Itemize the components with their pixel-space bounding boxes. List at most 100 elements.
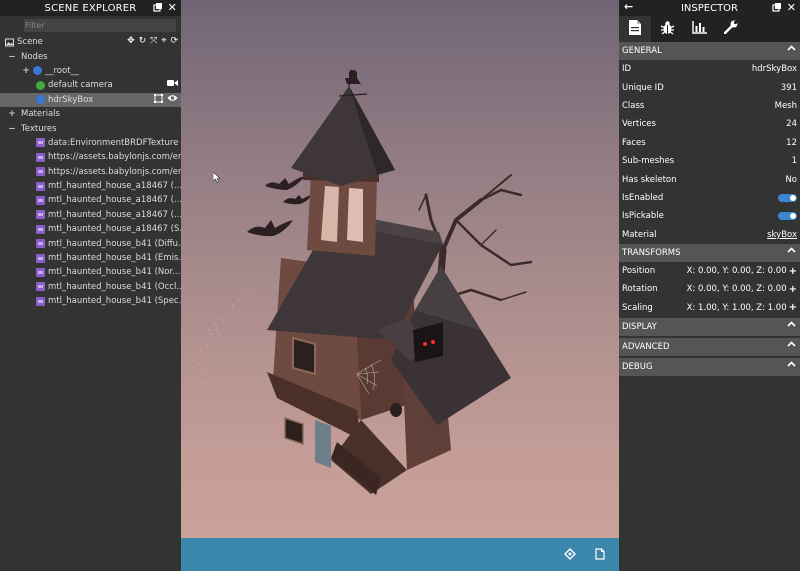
rotation-value: X: 0.00, Y: 0.00, Z: 0.00 (686, 284, 787, 295)
expand-plus-icon[interactable]: + (789, 266, 797, 277)
tree-item-default-camera[interactable]: default camera (0, 78, 181, 92)
visibility-eye-icon[interactable] (167, 94, 178, 106)
texture-label: mtl_haunted_house_a18467 (... (48, 209, 183, 220)
property-value: hdrSkyBox (751, 64, 797, 75)
texture-icon (36, 267, 45, 277)
popout-icon[interactable] (772, 2, 782, 15)
property-value: 24 (786, 119, 797, 130)
haunted-house (267, 69, 511, 495)
tab-properties[interactable] (619, 16, 651, 42)
popout-icon[interactable] (153, 2, 163, 15)
pick-target-icon[interactable]: ⌖ (161, 36, 166, 46)
property-value: 1 (791, 156, 797, 167)
tab-statistics[interactable] (683, 16, 715, 42)
texture-item[interactable]: https://assets.babylonjs.com/en... (0, 150, 191, 164)
new-file-icon[interactable] (595, 548, 607, 561)
scale-gizmo-icon[interactable]: ⤧ (150, 36, 157, 46)
wrench-icon (723, 20, 738, 38)
scene-explorer-title: SCENE EXPLORER (44, 2, 137, 14)
texture-icon (36, 152, 45, 162)
bug-icon (660, 20, 675, 39)
texture-item[interactable]: mtl_haunted_house_a18467 (S... (0, 222, 187, 236)
refresh-icon[interactable]: ⟳ (170, 36, 178, 46)
texture-label: mtl_haunted_house_a18467 (S... (48, 224, 188, 235)
position-value: X: 0.00, Y: 0.00, Z: 0.00 (686, 266, 787, 277)
camera-tools (167, 79, 178, 90)
mesh-node-icon (36, 95, 45, 105)
property-row: IsPickable (619, 207, 800, 225)
ispickable-toggle[interactable] (778, 212, 797, 221)
inspector-panel: ← INSPECTOR ✕ GENERAL ID hdrSkyBox Uniqu… (619, 0, 800, 571)
section-display-header[interactable]: DISPLAY (619, 318, 800, 337)
texture-icon (36, 167, 45, 177)
haunted-house-scene (194, 69, 533, 495)
texture-item[interactable]: mtl_haunted_house_b41 (Nor... (0, 265, 181, 279)
tab-tools[interactable] (715, 16, 747, 42)
tree-item-materials[interactable]: + Materials (0, 107, 181, 121)
chevron-up-icon (787, 320, 796, 330)
section-advanced-header[interactable]: ADVANCED (619, 338, 800, 357)
property-row: Faces 12 (619, 134, 800, 152)
section-title: DEBUG (622, 362, 653, 373)
expand-plus-icon[interactable]: + (789, 302, 797, 313)
texture-icon (36, 239, 45, 249)
property-label: IsEnabled (622, 192, 664, 203)
nodes-label: Nodes (21, 51, 48, 62)
texture-item[interactable]: mtl_haunted_house_b41 (Spec... (0, 294, 187, 308)
texture-item[interactable]: mtl_haunted_house_a18467 (... (0, 193, 182, 207)
scene-explorer-panel: SCENE EXPLORER ✕ Scene ✥ ↻ ⤧ ⌖ ⟳ − N (0, 0, 191, 571)
rotate-gizmo-icon[interactable]: ↻ (139, 36, 147, 46)
texture-item[interactable]: mtl_haunted_house_b41 (Diffu... (0, 236, 186, 250)
tree-item-nodes[interactable]: − Nodes (0, 49, 181, 63)
property-label: ID (622, 64, 632, 75)
material-link[interactable]: skyBox (767, 230, 797, 240)
tree-item-hdrskybox[interactable]: hdrSkyBox (0, 92, 181, 107)
expand-icon[interactable]: + (8, 109, 16, 119)
texture-item[interactable]: data:EnvironmentBRDFTexture (0, 136, 181, 150)
tree-item-root-node[interactable]: + __root__ (0, 64, 181, 78)
texture-icon (36, 138, 45, 148)
back-arrow-icon[interactable]: ← (624, 0, 633, 13)
collapse-icon[interactable]: − (8, 52, 16, 62)
tab-debug[interactable] (651, 16, 683, 42)
collapse-icon[interactable]: − (8, 124, 16, 134)
document-icon (629, 19, 641, 39)
tree-item-textures[interactable]: − Textures (0, 121, 181, 135)
section-debug-header[interactable]: DEBUG (619, 358, 800, 377)
texture-item[interactable]: mtl_haunted_house_a18467 (... (0, 179, 182, 193)
property-row: Class Mesh (619, 97, 800, 115)
bats (247, 176, 313, 237)
texture-item[interactable]: mtl_haunted_house_b41 (Emis... (0, 251, 186, 265)
video-camera-icon[interactable] (167, 79, 178, 90)
filter-input[interactable] (24, 19, 176, 32)
texture-label: mtl_haunted_house_b41 (Occl... (48, 281, 185, 292)
section-transforms-header[interactable]: TRANSFORMS (619, 243, 800, 262)
isenabled-toggle[interactable] (778, 193, 797, 202)
expand-icon[interactable]: + (22, 66, 30, 76)
property-row: Vertices 24 (619, 115, 800, 133)
section-general-header[interactable]: GENERAL (619, 42, 800, 60)
texture-label: mtl_haunted_house_b41 (Nor... (48, 267, 181, 278)
texture-item[interactable]: mtl_haunted_house_b41 (Occl... (0, 280, 185, 294)
bar-chart-icon (691, 20, 707, 38)
section-title: TRANSFORMS (622, 247, 681, 258)
texture-icon (36, 195, 45, 205)
close-icon[interactable]: ✕ (787, 1, 796, 14)
close-icon[interactable]: ✕ (168, 1, 177, 14)
move-gizmo-icon[interactable]: ✥ (127, 36, 135, 46)
property-label: IsPickable (622, 211, 664, 222)
inspector-title: INSPECTOR (680, 2, 739, 14)
texture-item[interactable]: mtl_haunted_house_a18467 (... (0, 208, 183, 222)
texture-item[interactable]: https://assets.babylonjs.com/en... (0, 165, 191, 179)
section-title: GENERAL (622, 46, 662, 56)
tree-item-scene[interactable]: Scene ✥ ↻ ⤧ ⌖ ⟳ (0, 35, 181, 49)
render-viewport[interactable] (181, 0, 619, 571)
bounding-box-icon[interactable] (154, 93, 163, 106)
property-row: Has skeleton No (619, 170, 800, 188)
animation-tools-icon[interactable] (564, 548, 576, 561)
property-label: Position (622, 266, 656, 277)
texture-list: data:EnvironmentBRDFTexture https://asse… (0, 136, 191, 309)
mesh-tools (154, 93, 178, 106)
texture-label: https://assets.babylonjs.com/en... (48, 166, 192, 177)
expand-plus-icon[interactable]: + (789, 284, 797, 295)
